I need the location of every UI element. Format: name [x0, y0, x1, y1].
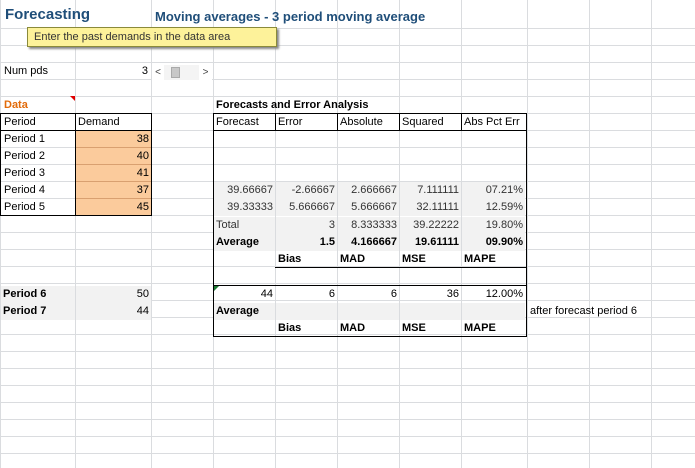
page-subtitle: Moving averages - 3 period moving averag… [155, 9, 426, 24]
analysis-period6-rule [213, 285, 527, 286]
analysis-metric-rule [275, 267, 527, 268]
data-table-border [0, 113, 152, 216]
scroll-thumb[interactable] [171, 67, 180, 78]
analysis-section-label: Forecasts and Error Analysis [216, 99, 369, 111]
num-pds-value[interactable]: 3 [76, 63, 150, 80]
analysis-table-border [213, 113, 527, 337]
data-section-label: Data [4, 99, 28, 111]
data-table-divider [75, 113, 76, 216]
analysis-header-divider [275, 113, 276, 131]
num-pds-scrollbar[interactable]: < > [152, 65, 212, 80]
period-7-label: Period 7 [1, 303, 75, 320]
page-title: Forecasting [5, 6, 91, 23]
scroll-left-arrow-icon[interactable]: < [152, 65, 164, 80]
instruction-note: Enter the past demands in the data area [27, 27, 277, 47]
comment-indicator-icon [70, 96, 75, 101]
analysis-header-divider [461, 113, 462, 131]
analysis-header-divider [399, 113, 400, 131]
after-forecast-note: after forecast period 6 [530, 305, 638, 317]
num-pds-label: Num pds [4, 65, 49, 77]
analysis-header-rule [213, 130, 527, 131]
data-table-header-rule [0, 130, 152, 131]
scroll-right-arrow-icon[interactable]: > [199, 65, 212, 80]
period-6-label: Period 6 [1, 286, 75, 303]
analysis-header-divider [337, 113, 338, 131]
period-6-demand[interactable]: 50 [76, 286, 151, 303]
period-7-demand[interactable]: 44 [76, 303, 151, 320]
